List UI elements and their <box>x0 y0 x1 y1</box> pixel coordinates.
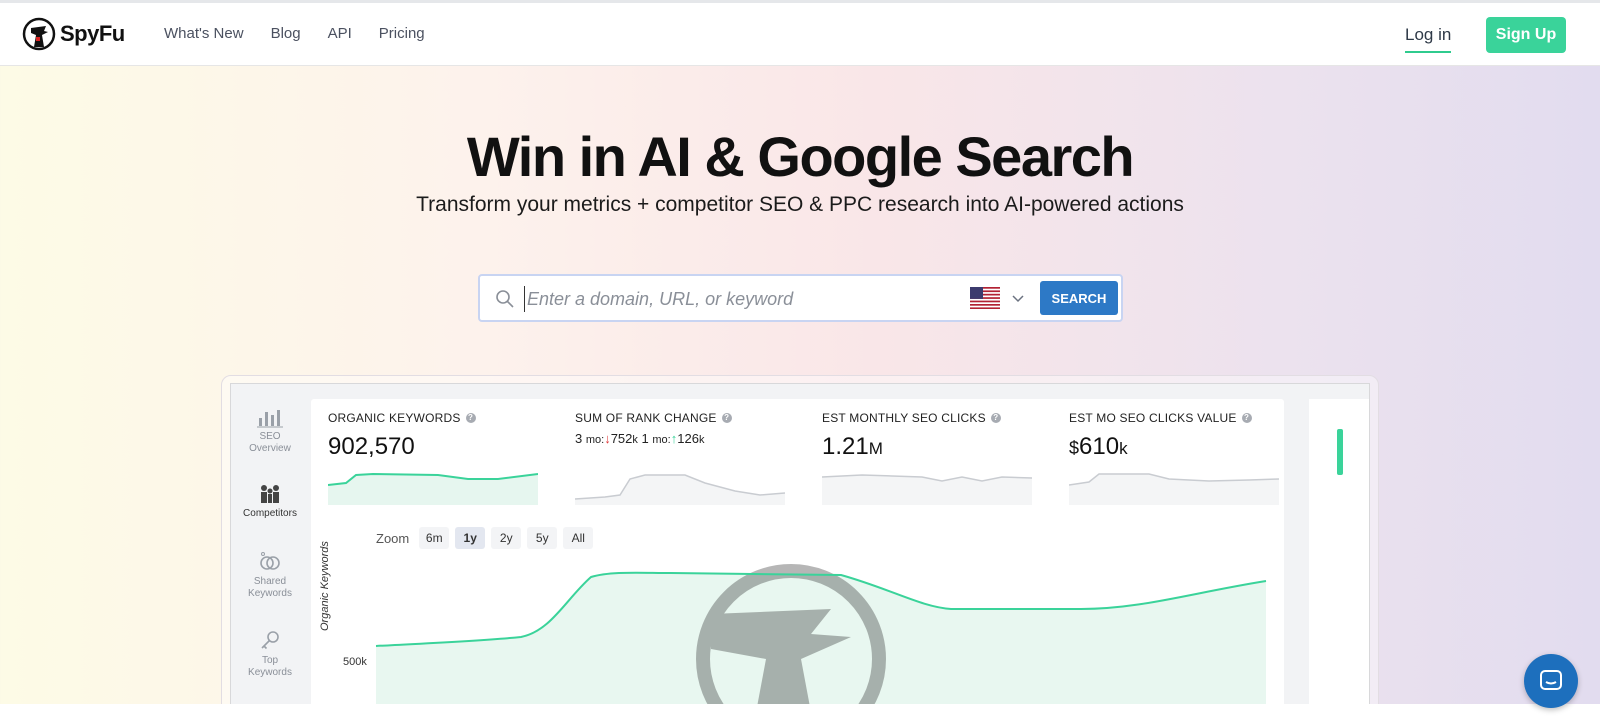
organic-keywords-chart <box>375 564 1267 718</box>
help-icon[interactable]: ? <box>990 413 1001 423</box>
sparkline-rank-change <box>575 474 785 505</box>
key-icon <box>261 631 279 650</box>
help-icon[interactable]: ? <box>465 413 476 423</box>
metric-value: 610 <box>1079 433 1120 460</box>
us-flag-icon[interactable] <box>970 287 1000 309</box>
chat-launcher-button[interactable] <box>1524 654 1578 708</box>
rank-up-value: 126 <box>677 431 699 446</box>
metric-value-row: 1.21M <box>822 433 1052 461</box>
sidebar-label: Top <box>261 655 279 666</box>
search-input[interactable] <box>524 286 944 312</box>
dashboard-preview: SEO Overview Competitors Shared Keywords <box>230 383 1370 718</box>
bar-chart-icon <box>257 410 283 428</box>
spyfu-logo[interactable]: SpyFu <box>22 17 125 51</box>
help-icon[interactable]: ? <box>1241 413 1252 423</box>
scroll-accent[interactable] <box>1337 429 1343 475</box>
zoom-label: Zoom <box>376 530 410 546</box>
metric-est-mo-seo-clicks-value[interactable]: EST MO SEO CLICKS VALUE? $610k <box>1069 411 1299 461</box>
rank-mo-label: mo: <box>585 434 605 446</box>
metric-label: EST MO SEO CLICKS VALUE <box>1069 411 1237 425</box>
rank-unit: k <box>632 434 638 446</box>
zoom-controls: Zoom 6m 1y 2y 5y All <box>376 527 594 549</box>
chat-icon <box>1540 670 1562 690</box>
rank-unit: k <box>698 434 705 446</box>
metric-unit: M <box>868 439 883 458</box>
hero-title: Win in AI & Google Search <box>466 125 1135 188</box>
metrics-card: ORGANIC KEYWORDS? 902,570 SUM OF RANK CH… <box>311 399 1284 718</box>
zoom-6m-button[interactable]: 6m <box>419 527 450 549</box>
metric-unit: k <box>1119 439 1128 458</box>
zoom-all-button[interactable]: All <box>563 527 594 549</box>
rank-mo-label: mo: <box>652 434 671 446</box>
chart-tick-label: 500k <box>343 656 367 668</box>
rank-months: 3 <box>575 431 583 446</box>
sidebar-label: Overview <box>249 443 291 454</box>
metric-value: 1.21 <box>822 433 869 460</box>
spyfu-logo-icon <box>22 17 56 51</box>
bottom-strip <box>0 704 1600 718</box>
sidebar-label: Shared <box>253 576 287 587</box>
search-bar: SEARCH <box>478 274 1123 322</box>
nav-whats-new[interactable]: What's New <box>164 25 244 42</box>
brand-name: SpyFu <box>60 21 125 46</box>
chevron-down-icon[interactable] <box>1010 291 1026 305</box>
metric-label: SUM OF RANK CHANGE <box>575 411 717 425</box>
metric-currency: $ <box>1069 438 1080 458</box>
signup-button[interactable]: Sign Up <box>1486 17 1566 53</box>
metric-value: 902,570 <box>328 433 415 460</box>
sidebar-label: Keywords <box>248 588 292 599</box>
nav-blog[interactable]: Blog <box>271 25 301 42</box>
login-link[interactable]: Log in <box>1405 25 1452 53</box>
metric-sum-rank-change[interactable]: SUM OF RANK CHANGE? 3 mo:↓752k 1 mo:↑126… <box>575 411 805 446</box>
hero-subtitle: Transform your metrics + competitor SEO … <box>416 193 1184 216</box>
rank-change-values: 3 mo:↓752k 1 mo:↑126k <box>575 431 805 446</box>
sidebar-label: Keywords <box>248 667 292 678</box>
metric-est-monthly-seo-clicks[interactable]: EST MONTHLY SEO CLICKS? 1.21M <box>822 411 1052 461</box>
zoom-1y-button[interactable]: 1y <box>455 527 486 549</box>
metric-value-row: $610k <box>1069 433 1299 461</box>
competitors-icon <box>261 485 279 503</box>
chart-y-label: Organic Keywords <box>319 541 331 631</box>
sidebar-item-top-keywords[interactable]: Top Keywords <box>231 630 309 679</box>
rank-down-value: 752 <box>610 431 633 446</box>
sidebar-item-competitors[interactable]: Competitors <box>231 483 309 520</box>
nav-pricing[interactable]: Pricing <box>379 25 425 42</box>
search-icon <box>496 290 514 308</box>
preview-sidebar: SEO Overview Competitors Shared Keywords <box>231 384 309 718</box>
zoom-5y-button[interactable]: 5y <box>527 527 558 549</box>
sparkline-seo-clicks <box>822 474 1032 505</box>
site-header: SpyFu What's New Blog API Pricing Log in… <box>0 3 1600 66</box>
sparkline-clicks-value <box>1069 473 1279 505</box>
shared-keywords-icon <box>260 552 280 570</box>
metric-label: EST MONTHLY SEO CLICKS <box>822 411 986 425</box>
main-nav: What's New Blog API Pricing <box>164 25 425 42</box>
sidebar-item-seo-overview[interactable]: SEO Overview <box>231 408 309 455</box>
sidebar-label: Competitors <box>243 508 297 519</box>
zoom-2y-button[interactable]: 2y <box>491 527 522 549</box>
search-button[interactable]: SEARCH <box>1040 281 1118 315</box>
sidebar-item-shared-keywords[interactable]: Shared Keywords <box>231 551 309 600</box>
sidebar-label: SEO <box>259 431 281 442</box>
help-icon[interactable]: ? <box>721 413 732 423</box>
metric-label: ORGANIC KEYWORDS <box>328 411 461 425</box>
nav-api[interactable]: API <box>328 25 352 42</box>
metric-organic-keywords[interactable]: ORGANIC KEYWORDS? 902,570 <box>328 411 558 461</box>
sparkline-organic-keywords <box>328 472 538 505</box>
rank-months: 1 <box>641 431 649 446</box>
